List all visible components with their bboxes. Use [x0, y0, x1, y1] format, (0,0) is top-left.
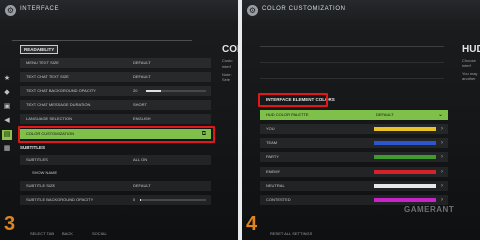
- color-swatch: [374, 155, 436, 159]
- color-customization-panel: ⚙ COLOR CUSTOMIZATION INTERFACE ELEMENT …: [242, 0, 480, 240]
- color-swatch: [374, 141, 436, 145]
- section-header-subtitles: SUBTITLES: [20, 145, 46, 150]
- slider-fill: [140, 199, 142, 201]
- color-row[interactable]: YOU ›: [260, 124, 448, 134]
- setting-label: TEXT CHAT MESSAGE DURATION: [26, 102, 91, 107]
- setting-row[interactable]: LANGUAGE SELECTION ENGLISH: [20, 114, 211, 124]
- setting-row[interactable]: SHOW NAME: [20, 168, 211, 178]
- section-header-readability: READABILITY: [20, 45, 59, 54]
- setting-value: ENGLISH: [133, 116, 151, 121]
- setting-row[interactable]: SUBTITLE BACKGROUND OPACITY 0: [20, 195, 211, 205]
- color-label: YOU: [266, 126, 275, 131]
- setting-label: SUBTITLE SIZE: [26, 183, 56, 188]
- page-title: COLOR CUSTOMIZATION: [262, 6, 346, 12]
- gear-icon[interactable]: ⚙: [247, 5, 258, 16]
- detail-line: interf: [222, 64, 231, 69]
- setting-row[interactable]: TEXT CHAT BACKGROUND OPACITY 20: [20, 86, 211, 96]
- color-label: NEUTRAL: [266, 183, 285, 188]
- prompt-select-tab[interactable]: SELECT TAB: [30, 231, 54, 236]
- side-tab-icons: ★ ◆ ▣ ◀ ▤ ▦: [2, 74, 14, 158]
- prompt-back[interactable]: BACK: [62, 231, 73, 236]
- setting-value: DEFAULT: [133, 74, 151, 79]
- setting-label: LANGUAGE SELECTION: [26, 116, 73, 121]
- setting-row[interactable]: SUBTITLES ALL ON: [20, 155, 211, 165]
- color-row[interactable]: PARTY ›: [260, 152, 448, 162]
- color-label: CONTESTED: [266, 197, 291, 202]
- watermark: GAMERANT: [404, 205, 455, 214]
- chevron-right-icon: ›: [441, 183, 443, 189]
- setting-label: TEXT CHAT BACKGROUND OPACITY: [26, 88, 96, 93]
- opacity-slider[interactable]: [140, 199, 206, 201]
- color-swatch: [374, 198, 436, 202]
- chevron-right-icon: ›: [441, 197, 443, 203]
- color-row[interactable]: ENEMY ›: [260, 167, 448, 177]
- faded-row: [260, 78, 444, 79]
- color-label: ENEMY: [266, 169, 281, 174]
- setting-value: DEFAULT: [133, 60, 151, 65]
- graphics-icon[interactable]: ▣: [2, 102, 12, 112]
- setting-label: SUBTITLE BACKGROUND OPACITY: [26, 197, 94, 202]
- top-bar: ⚙ COLOR CUSTOMIZATION: [242, 0, 480, 22]
- detail-line: another: [462, 76, 476, 81]
- tab-underline: [12, 40, 192, 41]
- chevron-right-icon: ›: [441, 154, 443, 160]
- opacity-slider[interactable]: [146, 90, 206, 92]
- setting-value: ALL ON: [133, 157, 148, 162]
- page-title: INTERFACE: [20, 6, 60, 12]
- setting-row[interactable]: SUBTITLE SIZE DEFAULT: [20, 181, 211, 191]
- chevron-right-icon: ›: [441, 169, 443, 175]
- interface-settings-panel: ⚙ INTERFACE ★ ◆ ▣ ◀ ▤ ▦ READABILITY MENU…: [0, 0, 238, 240]
- setting-row[interactable]: TEXT CHAT MESSAGE DURATION SHORT: [20, 100, 211, 110]
- chevron-right-icon: ›: [441, 140, 443, 146]
- faded-row: [260, 62, 444, 63]
- setting-value: 0: [133, 197, 136, 202]
- highlight-box: [18, 126, 215, 143]
- color-row[interactable]: TEAM ›: [260, 138, 448, 148]
- prompt-reset-all[interactable]: RESET ALL SETTINGS: [270, 231, 312, 236]
- chevron-down-icon: ⌄: [437, 112, 443, 118]
- controller-icon[interactable]: ◆: [2, 88, 12, 98]
- setting-row[interactable]: MENU TEXT SIZE DEFAULT: [20, 58, 211, 68]
- step-number: 3: [4, 213, 16, 235]
- slider-fill: [146, 90, 161, 92]
- color-swatch: [374, 170, 436, 174]
- star-icon[interactable]: ★: [2, 74, 12, 84]
- setting-label: TEXT CHAT TEXT SIZE: [26, 74, 69, 79]
- gear-icon[interactable]: ⚙: [5, 5, 16, 16]
- setting-row[interactable]: TEXT CHAT TEXT SIZE DEFAULT: [20, 72, 211, 82]
- color-swatch: [374, 127, 436, 131]
- audio-icon[interactable]: ◀: [2, 116, 12, 126]
- color-swatch: [374, 184, 436, 188]
- color-row[interactable]: CONTESTED ›: [260, 195, 448, 205]
- setting-label: MENU TEXT SIZE: [26, 60, 59, 65]
- top-bar: ⚙ INTERFACE: [0, 0, 238, 22]
- chevron-right-icon: ›: [441, 126, 443, 132]
- detail-line: interf: [462, 63, 471, 68]
- highlight-box: [258, 93, 328, 107]
- setting-value: DEFAULT: [376, 112, 394, 117]
- step-number: 4: [246, 213, 258, 235]
- setting-value: SHORT: [133, 102, 147, 107]
- detail-line: Note: Sele: [222, 72, 232, 82]
- detail-heading: COL: [222, 44, 238, 55]
- setting-label: SUBTITLES: [26, 157, 48, 162]
- detail-heading: HUD: [462, 44, 480, 55]
- setting-label: SHOW NAME: [32, 170, 58, 175]
- detail-line: Custo: [222, 58, 233, 63]
- hud-color-palette-row[interactable]: HUD COLOR PALETTE DEFAULT ⌄: [260, 110, 448, 120]
- account-icon[interactable]: ▦: [2, 144, 12, 154]
- setting-value: DEFAULT: [133, 183, 151, 188]
- color-label: TEAM: [266, 140, 278, 145]
- setting-value: 20: [133, 88, 138, 93]
- interface-icon[interactable]: ▤: [2, 130, 12, 140]
- color-row[interactable]: NEUTRAL ›: [260, 181, 448, 191]
- prompt-social[interactable]: SOCIAL: [92, 231, 107, 236]
- setting-label: HUD COLOR PALETTE: [266, 112, 309, 117]
- color-label: PARTY: [266, 154, 279, 159]
- faded-row: [260, 46, 444, 47]
